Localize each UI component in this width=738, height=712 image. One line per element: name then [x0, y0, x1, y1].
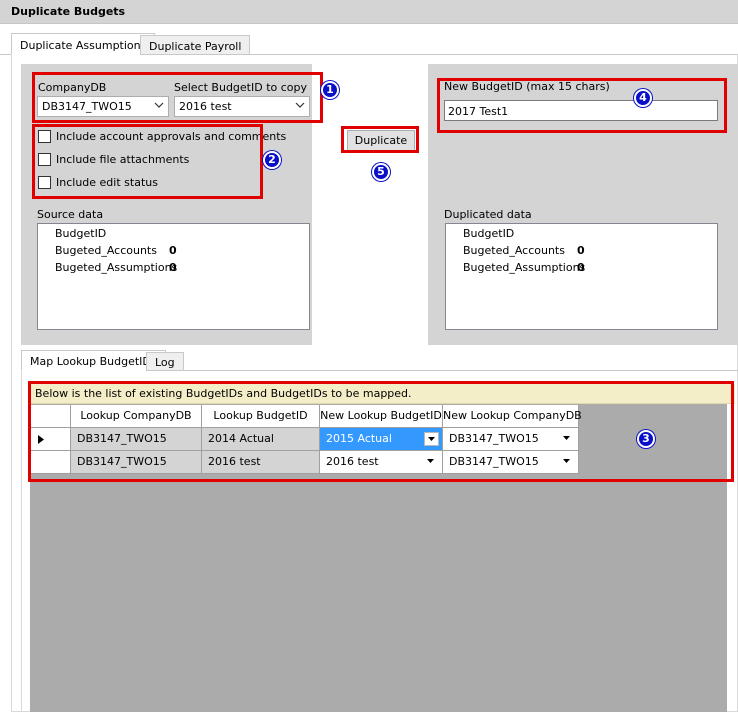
tab-duplicate-assumptions[interactable]: Duplicate Assumptions	[11, 33, 156, 55]
duplicate-button[interactable]: Duplicate	[347, 130, 415, 151]
lookup-companydb-cell[interactable]: DB3147_TWO15	[71, 428, 202, 451]
badge-number: 4	[639, 91, 647, 104]
annotation-badge-2: 2	[263, 151, 281, 169]
new-lookup-budgetid-dropdown[interactable]: 2016 test	[320, 451, 443, 474]
annotation-badge-5: 5	[372, 163, 390, 181]
new-budget-id-label: New BudgetID (max 15 chars)	[444, 80, 610, 93]
column-header-new-lookup-budgetid[interactable]: New Lookup BudgetID	[320, 405, 443, 428]
property-value: 0	[169, 244, 177, 257]
cell-text: DB3147_TWO15	[449, 455, 539, 468]
property-name: Bugeted_Assumptions	[463, 261, 586, 274]
edit-status-checkbox[interactable]	[38, 176, 51, 189]
property-value: 0	[577, 244, 585, 257]
new-budget-id-input[interactable]: 2017 Test1	[444, 100, 718, 121]
property-name: BudgetID	[463, 227, 515, 240]
property-name: Bugeted_Accounts	[463, 244, 565, 257]
lookup-info-text: Below is the list of existing BudgetIDs …	[35, 387, 412, 400]
duplicate-button-label: Duplicate	[354, 134, 408, 147]
dropdown-arrow-icon	[427, 459, 434, 463]
chevron-down-icon	[154, 102, 164, 108]
budget-select[interactable]: 2016 test	[174, 96, 310, 117]
property-name: Bugeted_Assumptions	[55, 261, 178, 274]
cell-text: DB3147_TWO15	[77, 432, 167, 445]
cell-text: 2015 Actual	[326, 432, 392, 445]
annotation-badge-1: 1	[321, 81, 339, 99]
edit-status-checkbox-label: Include edit status	[56, 176, 158, 189]
property-row: BudgetID	[38, 225, 309, 242]
attachments-checkbox-label: Include file attachments	[56, 153, 190, 166]
badge-number: 1	[326, 83, 334, 96]
property-row: Bugeted_Assumptions 0	[446, 259, 717, 276]
dropdown-arrow-icon	[428, 437, 435, 441]
column-header-label: Lookup BudgetID	[213, 409, 308, 422]
badge-number: 5	[377, 165, 385, 178]
lookup-budgetid-cell[interactable]: 2014 Actual	[202, 428, 320, 451]
cell-text: 2014 Actual	[208, 432, 274, 445]
property-row: Bugeted_Accounts 0	[446, 242, 717, 259]
column-header-lookup-companydb[interactable]: Lookup CompanyDB	[71, 405, 202, 428]
cell-text: 2016 test	[208, 455, 261, 468]
property-name: Bugeted_Accounts	[55, 244, 157, 257]
approvals-checkbox[interactable]	[38, 130, 51, 143]
dropdown-button[interactable]	[560, 455, 575, 469]
column-header-label: New Lookup BudgetID	[320, 409, 442, 422]
source-data-grid[interactable]: BudgetID Bugeted_Accounts 0 Bugeted_Assu…	[37, 223, 310, 330]
property-value: 0	[577, 261, 585, 274]
row-header[interactable]	[30, 428, 71, 451]
lookup-budgetid-cell[interactable]: 2016 test	[202, 451, 320, 474]
approvals-checkbox-label: Include account approvals and comments	[56, 130, 287, 143]
company-select-value: DB3147_TWO15	[42, 100, 132, 113]
new-lookup-budgetid-dropdown[interactable]: 2015 Actual	[320, 428, 443, 451]
row-header-corner	[30, 405, 71, 428]
badge-number: 3	[642, 432, 650, 445]
annotation-badge-4: 4	[634, 89, 652, 107]
tab-label: Map Lookup BudgetIDs	[30, 355, 157, 368]
new-lookup-companydb-dropdown[interactable]: DB3147_TWO15	[443, 428, 579, 451]
budget-select-value: 2016 test	[179, 100, 232, 113]
lookup-info-bar: Below is the list of existing BudgetIDs …	[30, 384, 735, 404]
window-title: Duplicate Budgets	[11, 5, 126, 18]
cell-text: 2016 test	[326, 455, 379, 468]
cell-text: DB3147_TWO15	[77, 455, 167, 468]
cell-text: DB3147_TWO15	[449, 432, 539, 445]
column-header-new-lookup-companydb[interactable]: New Lookup CompanyDB	[443, 405, 582, 428]
dropdown-button[interactable]	[560, 432, 575, 446]
company-label: CompanyDB	[38, 81, 107, 94]
budget-select-label: Select BudgetID to copy	[174, 81, 308, 94]
new-lookup-companydb-dropdown[interactable]: DB3147_TWO15	[443, 451, 579, 474]
row-header[interactable]	[30, 451, 71, 474]
tab-label: Duplicate Payroll	[149, 40, 242, 53]
current-row-arrow-icon	[38, 435, 44, 444]
property-row: Bugeted_Accounts 0	[38, 242, 309, 259]
property-value: 0	[169, 261, 177, 274]
attachments-checkbox[interactable]	[38, 153, 51, 166]
dropdown-arrow-icon	[563, 459, 570, 463]
tab-map-lookup-budgetids[interactable]: Map Lookup BudgetIDs	[21, 350, 166, 371]
duplicated-data-grid[interactable]: BudgetID Bugeted_Accounts 0 Bugeted_Assu…	[445, 223, 718, 330]
source-data-label: Source data	[37, 208, 104, 221]
dropdown-button[interactable]	[424, 455, 439, 469]
property-row: Bugeted_Assumptions 0	[38, 259, 309, 276]
property-row: BudgetID	[446, 225, 717, 242]
dropdown-button[interactable]	[424, 432, 439, 446]
tab-log[interactable]: Log	[146, 352, 184, 371]
company-select[interactable]: DB3147_TWO15	[37, 96, 169, 117]
badge-number: 2	[268, 153, 276, 166]
column-header-label: Lookup CompanyDB	[80, 409, 192, 422]
property-name: BudgetID	[55, 227, 107, 240]
lookup-companydb-cell[interactable]: DB3147_TWO15	[71, 451, 202, 474]
dropdown-arrow-icon	[563, 436, 570, 440]
chevron-down-icon	[295, 102, 305, 108]
tab-duplicate-payroll[interactable]: Duplicate Payroll	[140, 35, 251, 55]
new-budget-id-value: 2017 Test1	[448, 105, 509, 118]
annotation-badge-3: 3	[637, 430, 655, 448]
tab-label: Log	[155, 356, 175, 369]
title-bar: Duplicate Budgets	[0, 0, 738, 24]
tab-label: Duplicate Assumptions	[20, 39, 147, 52]
column-header-lookup-budgetid[interactable]: Lookup BudgetID	[202, 405, 320, 428]
column-header-label: New Lookup CompanyDB	[443, 409, 582, 422]
duplicated-data-label: Duplicated data	[444, 208, 532, 221]
